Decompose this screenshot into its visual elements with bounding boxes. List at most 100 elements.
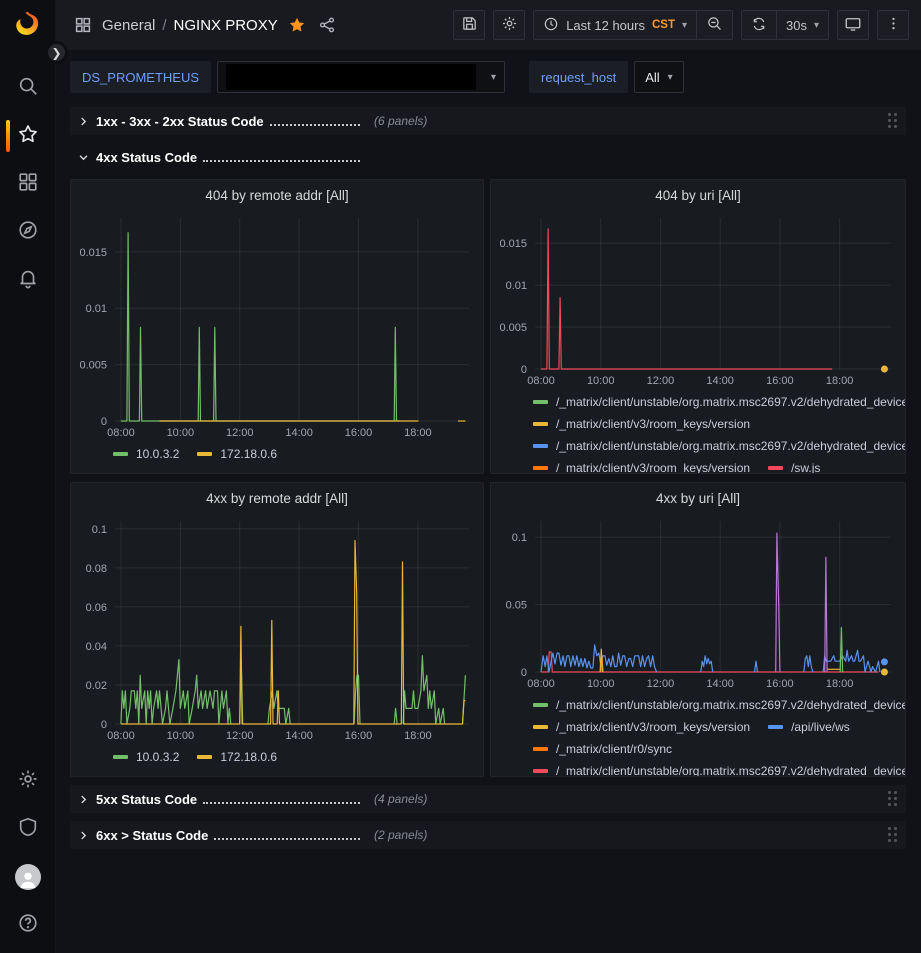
sidebar-item-profile[interactable] — [0, 853, 55, 901]
breadcrumb: General / NGINX PROXY — [102, 17, 278, 34]
panel-row-1: 404 by remote addr [All] 00.0050.010.015… — [70, 179, 906, 474]
breadcrumb-folder[interactable]: General — [102, 17, 155, 34]
tv-mode-button[interactable] — [837, 10, 869, 40]
dashboard-title[interactable]: NGINX PROXY — [174, 17, 278, 34]
legend-swatch — [533, 466, 548, 470]
save-icon — [461, 15, 478, 35]
timeseries-chart[interactable]: 00.050.108:0010:0012:0014:0016:0018:00 — [491, 513, 905, 692]
star-dashboard-button[interactable] — [288, 16, 306, 34]
row-4xx[interactable]: 4xx Status Code — [70, 143, 906, 171]
kebab-menu-button[interactable] — [877, 10, 909, 40]
timezone-label: CST — [652, 19, 675, 31]
legend-item[interactable]: /_matrix/client/unstable/org.matrix.msc2… — [533, 391, 905, 413]
legend-swatch — [533, 769, 548, 773]
time-range-label: Last 12 hours — [566, 18, 645, 33]
question-circle-icon — [17, 912, 39, 939]
chevron-down-icon: ▾ — [682, 20, 687, 31]
legend-item[interactable]: /_matrix/client/v3/room_keys/version — [533, 457, 750, 473]
sidebar-item-help[interactable] — [0, 901, 55, 949]
redacted-variable-value — [226, 64, 476, 90]
row-drag-handle[interactable] — [888, 113, 898, 129]
refresh-button[interactable] — [742, 11, 776, 39]
sidebar-item-search[interactable] — [0, 64, 55, 112]
sidebar-item-server-admin[interactable] — [0, 805, 55, 853]
legend-item[interactable]: /_matrix/client/unstable/org.matrix.msc2… — [533, 694, 905, 716]
chevron-right-icon — [78, 830, 89, 841]
dashboard-settings-button[interactable] — [493, 10, 525, 40]
legend-item[interactable]: 172.18.0.6 — [197, 746, 277, 768]
legend-item[interactable]: /_matrix/client/unstable/org.matrix.msc2… — [533, 760, 905, 776]
svg-text:18:00: 18:00 — [826, 678, 854, 690]
row-5xx[interactable]: 5xx Status Code (4 panels) — [70, 785, 906, 813]
svg-text:08:00: 08:00 — [527, 375, 555, 387]
refresh-group: 30s ▾ — [741, 10, 829, 40]
svg-text:16:00: 16:00 — [345, 427, 373, 439]
row-drag-handle[interactable] — [888, 827, 898, 843]
legend-item[interactable]: /_matrix/client/r0/sync — [533, 738, 672, 760]
svg-text:10:00: 10:00 — [167, 427, 195, 439]
chevron-right-icon — [78, 794, 89, 805]
variable-select-request-host[interactable]: All ▾ — [634, 61, 683, 93]
panel-title[interactable]: 4xx by uri [All] — [491, 483, 905, 513]
legend-item[interactable]: 172.18.0.6 — [197, 443, 277, 465]
left-sidebar — [0, 0, 56, 953]
legend-item[interactable]: /_matrix/client/v3/room_keys/version — [533, 413, 750, 435]
svg-text:12:00: 12:00 — [647, 375, 675, 387]
row-drag-handle[interactable] — [888, 791, 898, 807]
svg-text:08:00: 08:00 — [107, 427, 135, 439]
gear-icon — [501, 15, 518, 35]
svg-text:10:00: 10:00 — [167, 730, 195, 742]
panel-title[interactable]: 4xx by remote addr [All] — [71, 483, 483, 513]
zoom-out-button[interactable] — [697, 11, 732, 39]
row-1xx-3xx-2xx[interactable]: 1xx - 3xx - 2xx Status Code (6 panels) — [70, 107, 906, 135]
svg-text:18:00: 18:00 — [404, 427, 432, 439]
svg-text:0.08: 0.08 — [86, 563, 107, 575]
zoom-out-icon — [706, 15, 723, 35]
svg-text:0.015: 0.015 — [79, 247, 107, 259]
legend-label: 10.0.3.2 — [136, 447, 179, 461]
refresh-interval-picker[interactable]: 30s ▾ — [777, 11, 828, 39]
legend-item[interactable]: /_matrix/client/v3/room_keys/version — [533, 716, 750, 738]
legend-swatch — [533, 444, 548, 448]
legend-item[interactable]: /sw.js — [768, 457, 820, 473]
svg-text:14:00: 14:00 — [706, 375, 734, 387]
row-leader-dots — [203, 160, 360, 162]
share-icon[interactable] — [318, 16, 336, 34]
chart-legend: 10.0.3.2 172.18.0.6 — [71, 441, 483, 473]
panel-title[interactable]: 404 by remote addr [All] — [71, 180, 483, 210]
legend-swatch — [533, 703, 548, 707]
svg-text:18:00: 18:00 — [404, 730, 432, 742]
variable-select-ds-prometheus[interactable]: ▾ — [217, 61, 505, 93]
timeseries-chart[interactable]: 00.0050.010.01508:0010:0012:0014:0016:00… — [71, 210, 483, 441]
shield-icon — [17, 816, 39, 843]
legend-item[interactable]: 10.0.3.2 — [113, 443, 179, 465]
apps-grid-icon[interactable] — [74, 16, 92, 34]
svg-text:0.06: 0.06 — [86, 602, 107, 614]
sidebar-item-dashboards[interactable] — [0, 160, 55, 208]
timeseries-chart[interactable]: 00.020.040.060.080.108:0010:0012:0014:00… — [71, 513, 483, 744]
avatar — [15, 864, 41, 890]
sidebar-item-configuration[interactable] — [0, 757, 55, 805]
legend-item[interactable]: 10.0.3.2 — [113, 746, 179, 768]
sidebar-item-explore[interactable] — [0, 208, 55, 256]
legend-item[interactable]: /api/live/ws — [768, 716, 850, 738]
svg-text:18:00: 18:00 — [826, 375, 854, 387]
dashboard-content: 1xx - 3xx - 2xx Status Code (6 panels) 4… — [56, 101, 921, 947]
panel-title[interactable]: 404 by uri [All] — [491, 180, 905, 210]
panel-404-by-uri: 404 by uri [All] 00.0050.010.01508:0010:… — [490, 179, 906, 474]
chevron-right-icon — [78, 116, 89, 127]
grafana-logo[interactable] — [13, 10, 43, 40]
sidebar-item-starred[interactable] — [0, 112, 55, 160]
svg-text:14:00: 14:00 — [285, 730, 313, 742]
variable-value-request-host: All — [645, 70, 659, 85]
row-title: 4xx Status Code — [96, 150, 197, 165]
legend-label: /_matrix/client/unstable/org.matrix.msc2… — [556, 395, 905, 409]
row-6xx[interactable]: 6xx > Status Code (2 panels) — [70, 821, 906, 849]
sidebar-expand-button[interactable]: ❯ — [45, 41, 68, 64]
legend-item[interactable]: /_matrix/client/unstable/org.matrix.msc2… — [533, 435, 905, 457]
save-dashboard-button[interactable] — [453, 10, 485, 40]
time-range-picker[interactable]: Last 12 hours CST ▾ — [534, 11, 696, 39]
panel-404-by-remote-addr: 404 by remote addr [All] 00.0050.010.015… — [70, 179, 484, 474]
timeseries-chart[interactable]: 00.0050.010.01508:0010:0012:0014:0016:00… — [491, 210, 905, 389]
sidebar-item-alerting[interactable] — [0, 256, 55, 304]
